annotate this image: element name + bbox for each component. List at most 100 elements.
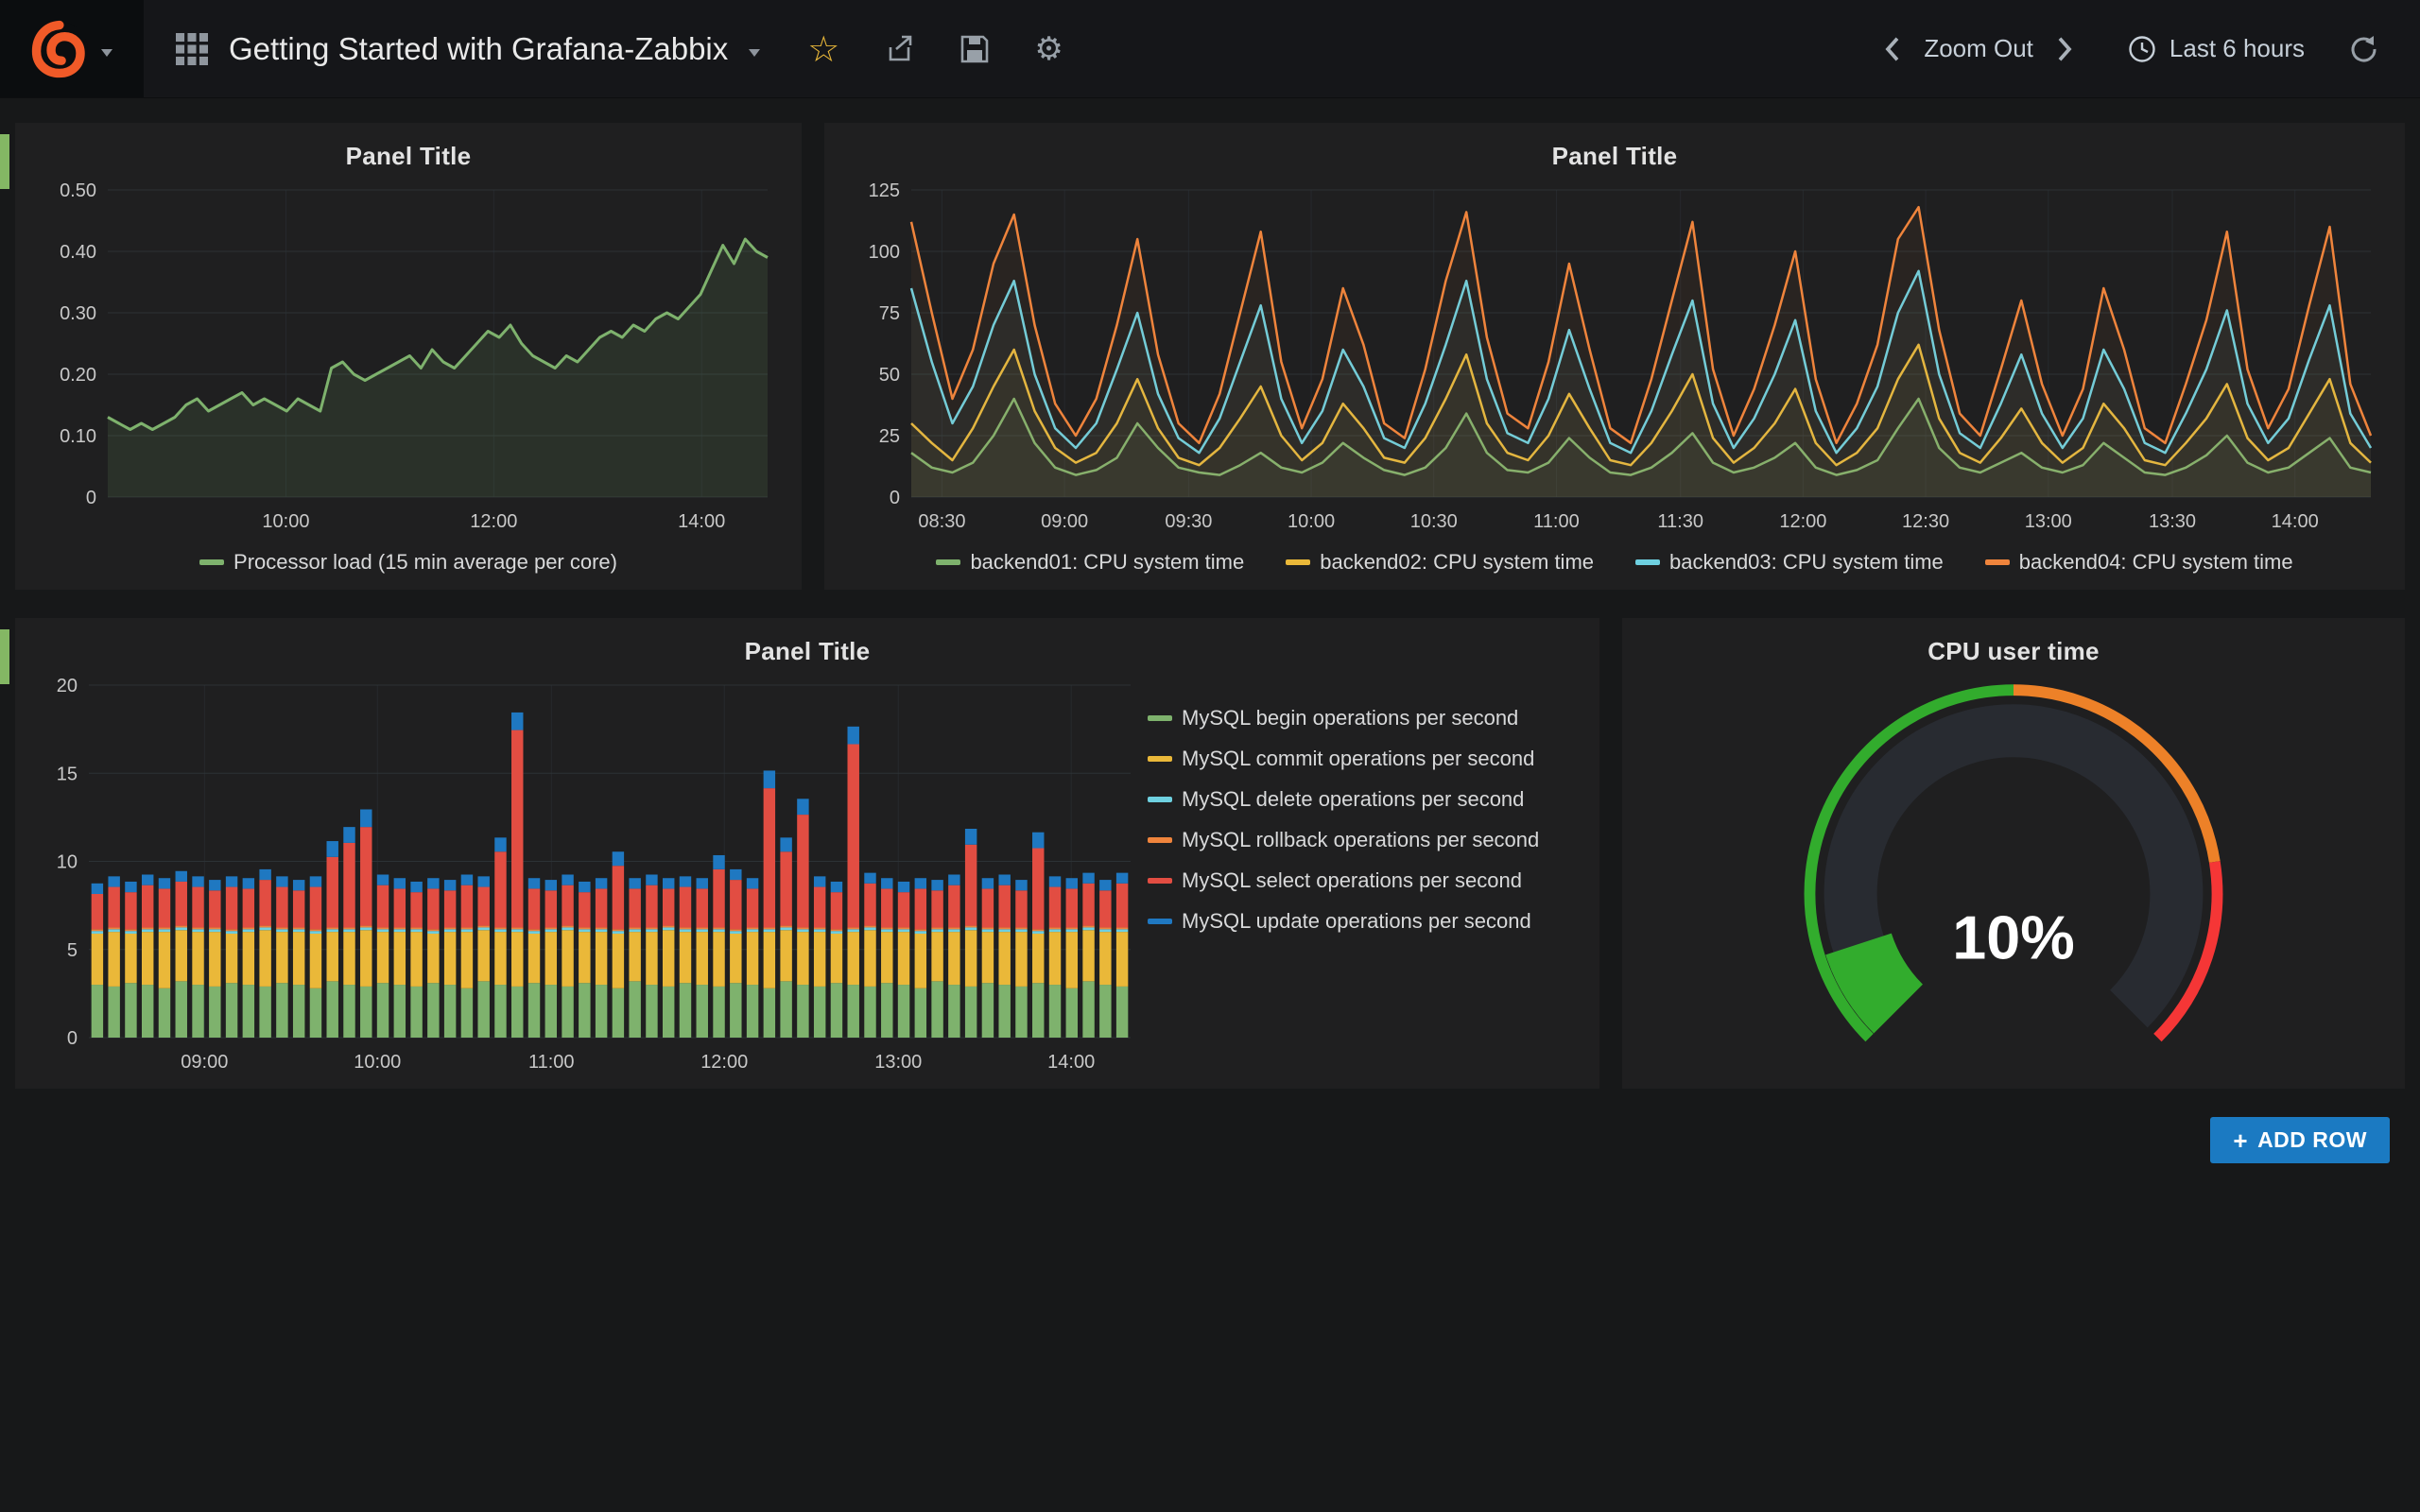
mysql-operations-chart[interactable]: 09:0010:0011:0012:0013:0014:0005101520 bbox=[32, 674, 1148, 1081]
svg-text:09:00: 09:00 bbox=[181, 1052, 228, 1073]
svg-text:14:00: 14:00 bbox=[678, 511, 725, 532]
chevron-right-icon bbox=[2052, 35, 2077, 63]
grafana-logo-icon bbox=[31, 20, 90, 78]
processor-load-legend: Processor load (15 min average per core) bbox=[32, 541, 785, 582]
legend-item[interactable]: MySQL delete operations per second bbox=[1148, 787, 1569, 812]
legend-item[interactable]: Processor load (15 min average per core) bbox=[199, 550, 617, 575]
add-row-bar: + ADD ROW bbox=[15, 1117, 2405, 1163]
legend-label: backend01: CPU system time bbox=[970, 550, 1244, 575]
dashboard-title: Getting Started with Grafana-Zabbix bbox=[229, 31, 728, 67]
share-icon bbox=[883, 33, 915, 65]
legend-item[interactable]: backend02: CPU system time bbox=[1286, 550, 1594, 575]
legend-item[interactable]: MySQL commit operations per second bbox=[1148, 747, 1569, 771]
clock-icon bbox=[2128, 35, 2156, 63]
time-range-label: Last 6 hours bbox=[2169, 34, 2305, 63]
legend-item[interactable]: backend04: CPU system time bbox=[1985, 550, 2293, 575]
panel-processor-load: Panel Title 10:0012:0014:0000.100.200.30… bbox=[15, 123, 802, 590]
plus-icon: + bbox=[2233, 1128, 2248, 1153]
gear-icon: ⚙ bbox=[1034, 33, 1063, 65]
svg-text:15: 15 bbox=[57, 764, 78, 784]
svg-text:12:00: 12:00 bbox=[470, 511, 517, 532]
legend-item[interactable]: MySQL rollback operations per second bbox=[1148, 828, 1569, 852]
star-dashboard-button[interactable]: ☆ bbox=[807, 31, 839, 67]
cpu-system-legend: backend01: CPU system time backend02: CP… bbox=[841, 541, 2388, 582]
legend-label: backend04: CPU system time bbox=[2019, 550, 2293, 575]
legend-label: MySQL commit operations per second bbox=[1182, 747, 1534, 771]
svg-text:0.40: 0.40 bbox=[60, 242, 96, 263]
svg-text:5: 5 bbox=[67, 940, 78, 961]
svg-text:0.30: 0.30 bbox=[60, 303, 96, 324]
svg-text:13:30: 13:30 bbox=[2149, 511, 2196, 532]
svg-text:0.50: 0.50 bbox=[60, 180, 96, 201]
dashboard-row-1: Panel Title 10:00 12:00 14:00 0 0.10 0.20 0.30… bbox=[15, 123, 2405, 590]
legend-label: MySQL rollback operations per second bbox=[1182, 828, 1539, 852]
legend-swatch bbox=[1985, 559, 2010, 565]
dashboard-grid-icon bbox=[176, 33, 208, 65]
refresh-icon bbox=[2348, 34, 2378, 64]
grafana-menu-caret-icon bbox=[101, 49, 112, 57]
grafana-menu-button[interactable] bbox=[0, 0, 144, 97]
add-row-button[interactable]: + ADD ROW bbox=[2210, 1117, 2390, 1163]
time-shift-left-button[interactable] bbox=[1880, 35, 1905, 63]
legend-swatch bbox=[1635, 559, 1660, 565]
legend-item[interactable]: MySQL select operations per second bbox=[1148, 868, 1569, 893]
processor-load-chart[interactable]: 10:0012:0014:0000.100.200.300.400.50 bbox=[32, 179, 785, 541]
save-dashboard-button[interactable] bbox=[959, 33, 991, 65]
legend-label: backend03: CPU system time bbox=[1669, 550, 1944, 575]
svg-text:10:00: 10:00 bbox=[262, 511, 309, 532]
legend-item[interactable]: MySQL begin operations per second bbox=[1148, 706, 1569, 730]
time-range-picker[interactable]: Last 6 hours bbox=[2128, 34, 2305, 63]
svg-text:08:30: 08:30 bbox=[918, 511, 965, 532]
svg-text:13:00: 13:00 bbox=[2025, 511, 2072, 532]
panel-cpu-system-time: Panel Title 08:3009:0009:3010:0010:3011:… bbox=[824, 123, 2405, 590]
svg-text:10:00: 10:00 bbox=[1288, 511, 1335, 532]
top-navbar: Getting Started with Grafana-Zabbix ☆ ⚙ bbox=[0, 0, 2420, 98]
svg-text:12:00: 12:00 bbox=[1779, 511, 1826, 532]
panel-title[interactable]: Panel Title bbox=[32, 631, 1582, 674]
time-controls: Zoom Out Last 6 hours bbox=[1880, 0, 2420, 97]
row-2-collapse-handle[interactable] bbox=[0, 629, 9, 684]
share-dashboard-button[interactable] bbox=[883, 33, 915, 65]
zoom-out-button[interactable]: Zoom Out bbox=[1924, 34, 2033, 63]
svg-text:0.10: 0.10 bbox=[60, 426, 96, 447]
svg-text:10:00: 10:00 bbox=[354, 1052, 401, 1073]
legend-label: MySQL update operations per second bbox=[1182, 909, 1531, 934]
legend-swatch bbox=[1286, 559, 1310, 565]
panel-title[interactable]: Panel Title bbox=[32, 136, 785, 179]
chevron-left-icon bbox=[1880, 35, 1905, 63]
legend-swatch bbox=[1148, 919, 1172, 924]
legend-swatch bbox=[1148, 878, 1172, 884]
panel-mysql-operations: Panel Title 09:0010:0011:0012:0013:0014:… bbox=[15, 618, 1599, 1089]
svg-text:10: 10 bbox=[57, 852, 78, 873]
dashboard-title-dropdown[interactable]: Getting Started with Grafana-Zabbix bbox=[144, 0, 794, 97]
legend-label: MySQL begin operations per second bbox=[1182, 706, 1518, 730]
panel-title[interactable]: CPU user time bbox=[1639, 631, 2388, 674]
svg-text:11:00: 11:00 bbox=[1533, 511, 1580, 532]
legend-swatch bbox=[1148, 715, 1172, 721]
legend-swatch bbox=[199, 559, 224, 565]
svg-text:0: 0 bbox=[890, 488, 900, 508]
cpu-user-gauge[interactable]: 10% bbox=[1639, 674, 2388, 1081]
dashboard-settings-button[interactable]: ⚙ bbox=[1034, 33, 1063, 65]
svg-text:0: 0 bbox=[67, 1028, 78, 1049]
svg-text:11:30: 11:30 bbox=[1657, 511, 1703, 532]
legend-label: MySQL delete operations per second bbox=[1182, 787, 1524, 812]
svg-text:125: 125 bbox=[869, 180, 900, 201]
dashboard-row-2: Panel Title 09:0010:0011:0012:0013:0014:… bbox=[15, 618, 2405, 1089]
svg-text:11:00: 11:00 bbox=[528, 1052, 575, 1073]
legend-swatch bbox=[1148, 797, 1172, 802]
legend-item[interactable]: backend01: CPU system time bbox=[936, 550, 1244, 575]
dashboard-actions: ☆ ⚙ bbox=[807, 0, 1063, 97]
svg-text:14:00: 14:00 bbox=[2272, 511, 2319, 532]
row-1-collapse-handle[interactable] bbox=[0, 134, 9, 189]
svg-text:12:00: 12:00 bbox=[700, 1052, 748, 1073]
svg-text:09:00: 09:00 bbox=[1041, 511, 1088, 532]
refresh-button[interactable] bbox=[2348, 34, 2378, 64]
time-shift-right-button[interactable] bbox=[2052, 35, 2077, 63]
legend-item[interactable]: MySQL update operations per second bbox=[1148, 909, 1569, 934]
svg-text:0.20: 0.20 bbox=[60, 365, 96, 386]
panel-title[interactable]: Panel Title bbox=[841, 136, 2388, 179]
legend-item[interactable]: backend03: CPU system time bbox=[1635, 550, 1944, 575]
cpu-system-chart[interactable]: 08:3009:0009:3010:0010:3011:0011:3012:00… bbox=[841, 179, 2388, 541]
svg-text:09:30: 09:30 bbox=[1165, 511, 1212, 532]
